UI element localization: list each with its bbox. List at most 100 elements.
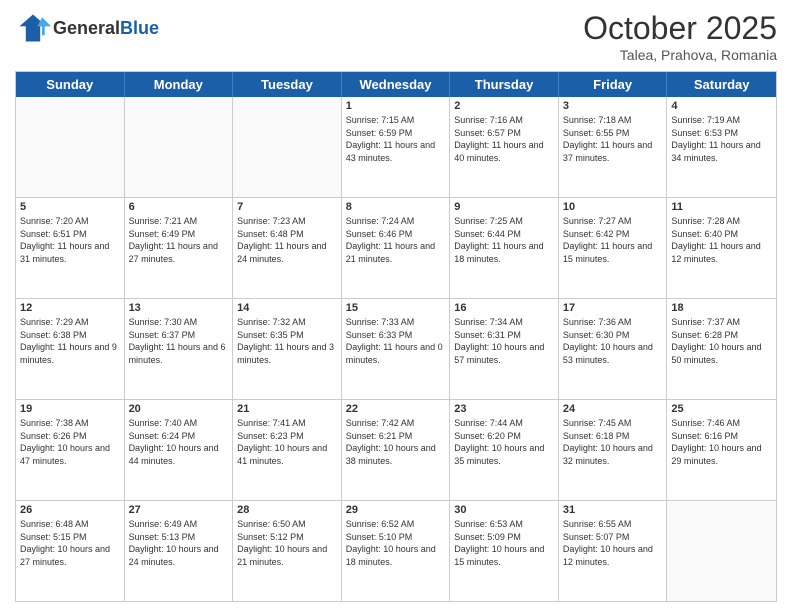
day-cell-20: 20 Sunrise: 7:40 AMSunset: 6:24 PMDayligh…	[125, 400, 234, 500]
day-cell-12: 12 Sunrise: 7:29 AMSunset: 6:38 PMDayligh…	[16, 299, 125, 399]
day-info: Sunrise: 7:44 AMSunset: 6:20 PMDaylight:…	[454, 417, 554, 467]
day-cell-10: 10 Sunrise: 7:27 AMSunset: 6:42 PMDayligh…	[559, 198, 668, 298]
day-cell-9: 9 Sunrise: 7:25 AMSunset: 6:44 PMDaylight…	[450, 198, 559, 298]
day-cell-empty	[16, 97, 125, 197]
day-cell-2: 2Sunrise: 7:16 AMSunset: 6:57 PMDaylight…	[450, 97, 559, 197]
week-row-4: 19 Sunrise: 7:38 AMSunset: 6:26 PMDayligh…	[16, 400, 776, 501]
day-number: 19	[20, 403, 120, 415]
day-cell-8: 8 Sunrise: 7:24 AMSunset: 6:46 PMDaylight…	[342, 198, 451, 298]
day-cell-empty	[233, 97, 342, 197]
day-cell-empty	[667, 501, 776, 601]
day-info: Sunrise: 7:32 AMSunset: 6:35 PMDaylight:…	[237, 316, 337, 366]
day-number: 5	[20, 201, 120, 213]
day-info: Sunrise: 7:37 AMSunset: 6:28 PMDaylight:…	[671, 316, 772, 366]
day-cell-empty	[125, 97, 234, 197]
logo-text: GeneralBlue	[53, 18, 159, 39]
day-info: Sunrise: 7:28 AMSunset: 6:40 PMDaylight:…	[671, 215, 772, 265]
day-info: Sunrise: 7:33 AMSunset: 6:33 PMDaylight:…	[346, 316, 446, 366]
header: GeneralBlue October 2025 Talea, Prahova,…	[15, 10, 777, 63]
day-info: Sunrise: 7:36 AMSunset: 6:30 PMDaylight:…	[563, 316, 663, 366]
calendar-body: 1 Sunrise: 7:15 AMSunset: 6:59 PMDaylight…	[16, 97, 776, 601]
day-info: Sunrise: 7:41 AMSunset: 6:23 PMDaylight:…	[237, 417, 337, 467]
day-number: 24	[563, 403, 663, 415]
day-cell-17: 17 Sunrise: 7:36 AMSunset: 6:30 PMDayligh…	[559, 299, 668, 399]
day-cell-23: 23Sunrise: 7:44 AMSunset: 6:20 PMDayligh…	[450, 400, 559, 500]
day-cell-30: 30 Sunrise: 6:53 AMSunset: 5:09 PMDayligh…	[450, 501, 559, 601]
day-number: 14	[237, 302, 337, 314]
logo-general: General	[53, 18, 120, 38]
day-info: Sunrise: 6:53 AMSunset: 5:09 PMDaylight:…	[454, 518, 554, 568]
day-cell-15: 15 Sunrise: 7:33 AMSunset: 6:33 PMDayligh…	[342, 299, 451, 399]
day-info: Sunrise: 7:29 AMSunset: 6:38 PMDaylight:…	[20, 316, 120, 366]
day-header-wednesday: Wednesday	[342, 72, 451, 97]
day-cell-11: 11 Sunrise: 7:28 AMSunset: 6:40 PMDayligh…	[667, 198, 776, 298]
logo: GeneralBlue	[15, 10, 159, 46]
day-cell-5: 5 Sunrise: 7:20 AMSunset: 6:51 PMDaylight…	[16, 198, 125, 298]
day-info: Sunrise: 7:25 AMSunset: 6:44 PMDaylight:…	[454, 215, 554, 265]
day-number: 17	[563, 302, 663, 314]
week-row-3: 12 Sunrise: 7:29 AMSunset: 6:38 PMDayligh…	[16, 299, 776, 400]
day-number: 25	[671, 403, 772, 415]
day-info: Sunrise: 7:42 AMSunset: 6:21 PMDaylight:…	[346, 417, 446, 467]
day-number: 11	[671, 201, 772, 213]
day-number: 26	[20, 504, 120, 516]
calendar-header: SundayMondayTuesdayWednesdayThursdayFrid…	[16, 72, 776, 97]
day-number: 12	[20, 302, 120, 314]
day-number: 6	[129, 201, 229, 213]
week-row-2: 5 Sunrise: 7:20 AMSunset: 6:51 PMDaylight…	[16, 198, 776, 299]
day-number: 8	[346, 201, 446, 213]
day-info: Sunrise: 7:15 AMSunset: 6:59 PMDaylight:…	[346, 114, 446, 164]
day-info: Sunrise: 7:40 AMSunset: 6:24 PMDaylight:…	[129, 417, 229, 467]
day-info: Sunrise: 6:52 AMSunset: 5:10 PMDaylight:…	[346, 518, 446, 568]
day-header-friday: Friday	[559, 72, 668, 97]
day-header-saturday: Saturday	[667, 72, 776, 97]
day-cell-4: 4Sunrise: 7:19 AMSunset: 6:53 PMDaylight…	[667, 97, 776, 197]
day-cell-3: 3Sunrise: 7:18 AMSunset: 6:55 PMDaylight…	[559, 97, 668, 197]
day-cell-18: 18Sunrise: 7:37 AMSunset: 6:28 PMDayligh…	[667, 299, 776, 399]
day-header-sunday: Sunday	[16, 72, 125, 97]
day-cell-25: 25Sunrise: 7:46 AMSunset: 6:16 PMDayligh…	[667, 400, 776, 500]
day-info: Sunrise: 7:24 AMSunset: 6:46 PMDaylight:…	[346, 215, 446, 265]
title-section: October 2025 Talea, Prahova, Romania	[583, 10, 777, 63]
day-cell-28: 28Sunrise: 6:50 AMSunset: 5:12 PMDayligh…	[233, 501, 342, 601]
month-title: October 2025	[583, 10, 777, 47]
day-header-tuesday: Tuesday	[233, 72, 342, 97]
day-number: 7	[237, 201, 337, 213]
day-cell-19: 19 Sunrise: 7:38 AMSunset: 6:26 PMDayligh…	[16, 400, 125, 500]
day-header-thursday: Thursday	[450, 72, 559, 97]
day-cell-24: 24 Sunrise: 7:45 AMSunset: 6:18 PMDayligh…	[559, 400, 668, 500]
day-number: 21	[237, 403, 337, 415]
day-info: Sunrise: 7:20 AMSunset: 6:51 PMDaylight:…	[20, 215, 120, 265]
page: GeneralBlue October 2025 Talea, Prahova,…	[0, 0, 792, 612]
day-cell-14: 14 Sunrise: 7:32 AMSunset: 6:35 PMDayligh…	[233, 299, 342, 399]
day-number: 9	[454, 201, 554, 213]
day-number: 15	[346, 302, 446, 314]
week-row-5: 26 Sunrise: 6:48 AMSunset: 5:15 PMDayligh…	[16, 501, 776, 601]
day-cell-6: 6Sunrise: 7:21 AMSunset: 6:49 PMDaylight…	[125, 198, 234, 298]
day-number: 4	[671, 100, 772, 112]
location-subtitle: Talea, Prahova, Romania	[583, 47, 777, 63]
day-cell-26: 26 Sunrise: 6:48 AMSunset: 5:15 PMDayligh…	[16, 501, 125, 601]
day-number: 30	[454, 504, 554, 516]
day-number: 13	[129, 302, 229, 314]
day-number: 1	[346, 100, 446, 112]
day-number: 20	[129, 403, 229, 415]
day-info: Sunrise: 6:48 AMSunset: 5:15 PMDaylight:…	[20, 518, 120, 568]
day-number: 22	[346, 403, 446, 415]
day-info: Sunrise: 7:16 AMSunset: 6:57 PMDaylight:…	[454, 114, 554, 164]
calendar: SundayMondayTuesdayWednesdayThursdayFrid…	[15, 71, 777, 602]
day-info: Sunrise: 7:45 AMSunset: 6:18 PMDaylight:…	[563, 417, 663, 467]
day-info: Sunrise: 7:27 AMSunset: 6:42 PMDaylight:…	[563, 215, 663, 265]
day-cell-7: 7 Sunrise: 7:23 AMSunset: 6:48 PMDaylight…	[233, 198, 342, 298]
day-cell-31: 31 Sunrise: 6:55 AMSunset: 5:07 PMDayligh…	[559, 501, 668, 601]
day-number: 29	[346, 504, 446, 516]
day-info: Sunrise: 7:38 AMSunset: 6:26 PMDaylight:…	[20, 417, 120, 467]
day-number: 10	[563, 201, 663, 213]
day-cell-27: 27Sunrise: 6:49 AMSunset: 5:13 PMDayligh…	[125, 501, 234, 601]
day-cell-13: 13Sunrise: 7:30 AMSunset: 6:37 PMDayligh…	[125, 299, 234, 399]
day-number: 31	[563, 504, 663, 516]
day-info: Sunrise: 7:23 AMSunset: 6:48 PMDaylight:…	[237, 215, 337, 265]
day-number: 27	[129, 504, 229, 516]
day-cell-1: 1 Sunrise: 7:15 AMSunset: 6:59 PMDaylight…	[342, 97, 451, 197]
day-info: Sunrise: 6:55 AMSunset: 5:07 PMDaylight:…	[563, 518, 663, 568]
